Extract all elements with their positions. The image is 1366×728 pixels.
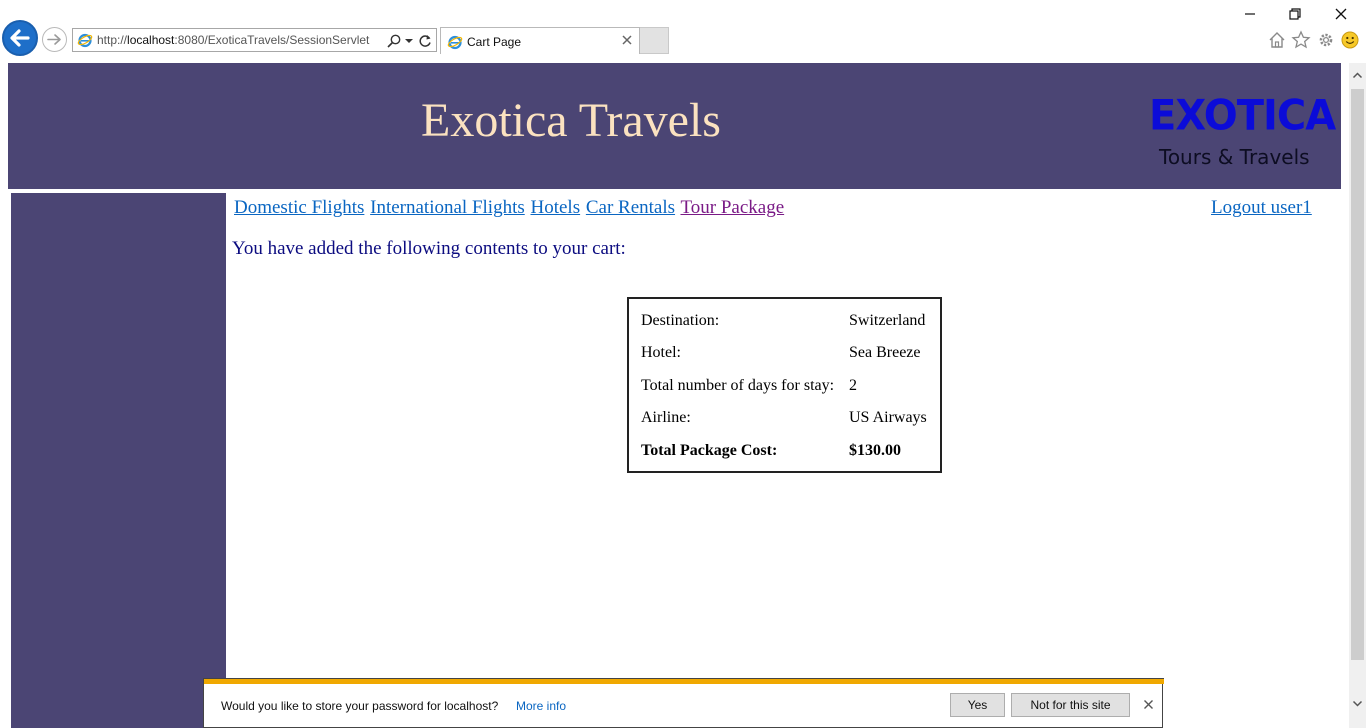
forward-arrow-icon (47, 34, 61, 45)
address-bar[interactable]: http://localhost:8080/ExoticaTravels/Ses… (72, 28, 437, 52)
cart-value: Switzerland (849, 312, 926, 329)
nav-car-rentals[interactable]: Car Rentals (586, 197, 675, 218)
minimize-icon[interactable] (1242, 6, 1258, 22)
cart-value: US Airways (849, 409, 927, 426)
home-icon[interactable] (1267, 30, 1287, 50)
cart-label: Destination: (641, 312, 720, 329)
url-text[interactable]: http://localhost:8080/ExoticaTravels/Ses… (97, 33, 369, 47)
back-button[interactable] (2, 20, 38, 56)
close-window-icon[interactable] (1333, 6, 1349, 22)
search-icon[interactable] (386, 33, 402, 49)
cart-row-total: Total Package Cost: $130.00 (641, 442, 936, 464)
notification-text: Would you like to store your password fo… (221, 699, 499, 713)
cart-table: Destination: Switzerland Hotel: Sea Bree… (627, 297, 942, 473)
cart-message: You have added the following contents to… (232, 238, 626, 259)
site-title: Exotica Travels (421, 94, 721, 147)
restore-icon[interactable] (1287, 6, 1303, 22)
new-tab-button[interactable] (640, 27, 669, 54)
scrollbar-thumb[interactable] (1351, 89, 1364, 660)
cart-label: Total Package Cost: (641, 442, 778, 459)
browser-chrome: http://localhost:8080/ExoticaTravels/Ses… (0, 0, 1366, 62)
not-for-this-site-button[interactable]: Not for this site (1011, 693, 1130, 717)
logo-word: EXOTICA (1149, 91, 1336, 141)
nav-international-flights[interactable]: International Flights (370, 197, 525, 218)
cart-row-destination: Destination: Switzerland (641, 312, 936, 334)
sidebar (11, 193, 226, 728)
password-notification-bar: Would you like to store your password fo… (203, 678, 1164, 728)
nav-tour-package[interactable]: Tour Package (680, 197, 784, 218)
logo-tagline: Tours & Travels (1159, 145, 1310, 169)
refresh-icon[interactable] (417, 33, 433, 49)
scroll-up-icon[interactable] (1351, 69, 1364, 82)
header-banner: Exotica Travels EXOTICA Tours & Travels (8, 63, 1341, 189)
cart-row-hotel: Hotel: Sea Breeze (641, 344, 936, 366)
more-info-link[interactable]: More info (516, 699, 566, 713)
nav-hotels[interactable]: Hotels (531, 197, 581, 218)
scroll-down-icon[interactable] (1351, 697, 1364, 710)
tab-title: Cart Page (467, 35, 522, 49)
ie-logo-icon (447, 35, 463, 50)
back-arrow-icon (10, 29, 30, 47)
cart-value: $130.00 (849, 442, 901, 459)
notification-accent-stripe (204, 678, 1164, 684)
chevron-down-icon[interactable] (404, 33, 414, 49)
smiley-feedback-icon[interactable] (1340, 30, 1360, 50)
forward-button[interactable] (42, 27, 67, 52)
page-viewport: Exotica Travels EXOTICA Tours & Travels … (8, 63, 1349, 728)
close-icon[interactable] (1143, 699, 1154, 710)
favorites-star-icon[interactable] (1291, 30, 1311, 50)
gear-icon[interactable] (1316, 30, 1336, 50)
cart-label: Hotel: (641, 344, 681, 361)
tab-cart-page[interactable]: Cart Page (440, 27, 640, 54)
ie-logo-icon (77, 33, 93, 48)
main-nav: Domestic Flights International Flights H… (234, 197, 785, 219)
cart-row-days: Total number of days for stay: 2 (641, 377, 936, 399)
logout-link[interactable]: Logout user1 (1211, 197, 1312, 219)
cart-value: 2 (849, 377, 857, 394)
vertical-scrollbar[interactable] (1349, 63, 1366, 728)
cart-value: Sea Breeze (849, 344, 921, 361)
cart-label: Airline: (641, 409, 691, 426)
nav-domestic-flights[interactable]: Domestic Flights (234, 197, 364, 218)
close-icon[interactable] (621, 34, 633, 46)
yes-button[interactable]: Yes (950, 693, 1005, 717)
cart-label: Total number of days for stay: (641, 377, 835, 394)
cart-row-airline: Airline: US Airways (641, 409, 936, 431)
